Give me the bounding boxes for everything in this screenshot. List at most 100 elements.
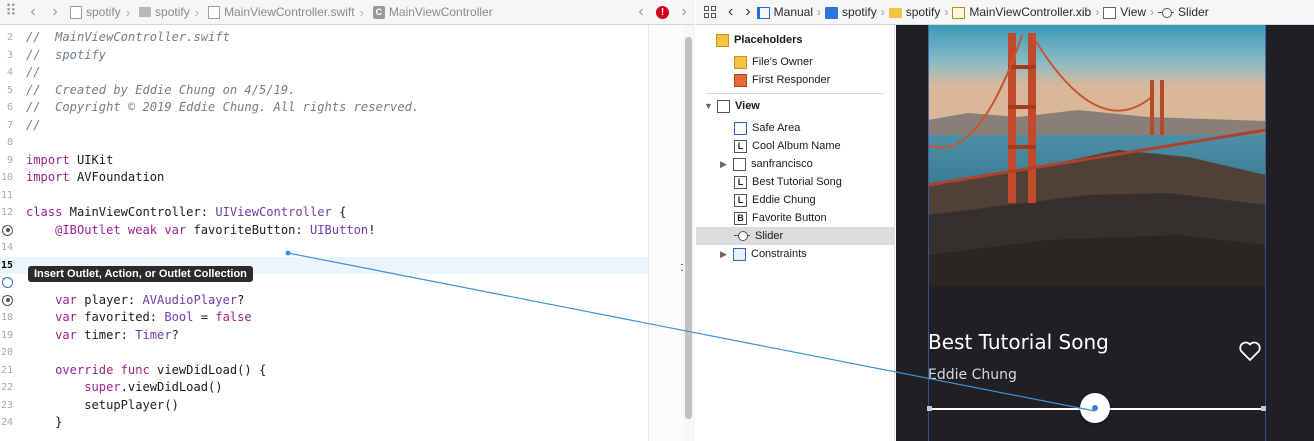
disclosure-closed-icon[interactable]: ▶ [720, 155, 730, 173]
outline-item-cool-album-name[interactable]: L Cool Album Name [734, 137, 841, 155]
code-line[interactable]: 12 class MainViewController: UIViewContro… [0, 204, 648, 222]
first-responder-icon [734, 73, 747, 87]
outline-item-label: Safe Area [752, 122, 801, 134]
view-icon [1103, 6, 1117, 19]
heart-icon[interactable] [1238, 340, 1262, 362]
breadcrumb-view[interactable]: View [1103, 5, 1146, 19]
code-text: // spotify [26, 47, 106, 65]
code-line[interactable]: 17 var player: AVAudioPlayer? [0, 292, 648, 310]
code-line[interactable]: 13 @IBOutlet weak var favoriteButton: UI… [0, 222, 648, 240]
breadcrumb-folder[interactable]: spotify [139, 5, 190, 19]
code-line[interactable]: 22 super.viewDidLoad() [0, 379, 648, 397]
back-chevron-icon[interactable]: ‹ [22, 0, 44, 24]
line-number: 22 [0, 382, 13, 393]
outline-item-slider[interactable]: Slider [696, 227, 895, 245]
forward-chevron-icon[interactable]: › [745, 3, 750, 21]
resize-handle-left[interactable] [927, 406, 932, 411]
code-token: Timer [135, 327, 172, 342]
outlet-connected-icon[interactable] [2, 294, 13, 306]
code-token: } [26, 415, 63, 429]
code-line[interactable]: 4 // [0, 64, 648, 82]
code-token: // [26, 65, 41, 79]
artist-label[interactable]: Eddie Chung [928, 367, 1017, 383]
breadcrumb-symbol[interactable]: C MainViewController [372, 5, 493, 19]
code-line[interactable]: 11 [0, 187, 648, 205]
xib-file-icon [952, 6, 966, 19]
code-line[interactable]: 3 // spotify [0, 47, 648, 65]
outline-placeholders-header[interactable]: Placeholders [716, 31, 802, 49]
song-title-label[interactable]: Best Tutorial Song [928, 330, 1109, 354]
code-line[interactable]: 7 // [0, 117, 648, 135]
code-line[interactable]: 18 var favorited: Bool = false [0, 309, 648, 327]
code-line[interactable]: 24 } [0, 414, 648, 432]
code-token: player: [76, 292, 143, 307]
slider-thumb[interactable] [1080, 393, 1110, 423]
disclosure-open-icon[interactable]: ▼ [704, 97, 714, 115]
line-number: 15 [0, 259, 13, 271]
related-items-grid-icon[interactable] [704, 6, 716, 18]
outline-item-safe-area[interactable]: Safe Area [734, 119, 800, 137]
code-line[interactable]: 19 var timer: Timer? [0, 327, 648, 345]
code-line[interactable]: 8 [0, 134, 648, 152]
outline-item-favorite-button[interactable]: B Favorite Button [734, 209, 827, 227]
next-issue-icon[interactable]: › [673, 0, 695, 24]
line-number: 20 [0, 347, 13, 358]
forward-chevron-icon[interactable]: › [44, 0, 66, 24]
code-line[interactable]: 6 // Copyright © 2019 Eddie Chung. All ri… [0, 99, 648, 117]
error-icon[interactable]: ! [656, 5, 669, 19]
outline-item-best-tutorial-song[interactable]: L Best Tutorial Song [734, 173, 842, 191]
code-text: // Copyright © 2019 Eddie Chung. All rig… [26, 99, 419, 117]
outlet-connected-icon[interactable] [2, 224, 13, 236]
outline-item-constraints[interactable]: ▶ Constraints [720, 245, 807, 263]
code-line[interactable]: 5 // Created by Eddie Chung on 4/5/19. [0, 82, 648, 100]
sanfrancisco-image[interactable] [928, 25, 1266, 287]
resize-handle-right[interactable] [1261, 406, 1266, 411]
line-number: 23 [0, 399, 13, 411]
outline-first-responder[interactable]: First Responder [734, 71, 830, 89]
code-line[interactable]: 23 setupPlayer() [0, 397, 648, 415]
manual-icon [756, 6, 770, 19]
code-text: override func viewDidLoad() { [26, 362, 266, 380]
code-text-area[interactable]: 2 // MainViewController.swift 3 // spotify 4… [0, 29, 648, 432]
folder-icon [139, 7, 152, 17]
outline-view-header[interactable]: ▼ View [704, 97, 760, 115]
line-number: 4 [6, 67, 13, 78]
previous-issue-icon[interactable]: ‹ [630, 0, 652, 24]
code-line[interactable]: 10 import AVFoundation [0, 169, 648, 187]
ib-canvas[interactable]: Best Tutorial Song Eddie Chung [896, 25, 1314, 441]
disclosure-closed-icon[interactable]: ▶ [720, 245, 730, 263]
breadcrumb-slider[interactable]: Slider [1158, 5, 1209, 19]
scrollbar-thumb[interactable] [685, 37, 692, 419]
breadcrumb-file[interactable]: MainViewController.swift [208, 5, 355, 19]
outline-item-sanfrancisco[interactable]: ▶ sanfrancisco [720, 155, 813, 173]
breadcrumb-separator-icon: › [1095, 5, 1100, 19]
back-chevron-icon[interactable]: ‹ [728, 3, 733, 21]
safe-area-icon [734, 121, 747, 135]
breadcrumb-project[interactable]: spotify [825, 5, 877, 19]
code-line[interactable]: 9 import UIKit [0, 152, 648, 170]
line-number: 8 [6, 137, 13, 148]
code-token: = [193, 310, 216, 324]
line-number: 6 [6, 102, 13, 113]
outline-files-owner[interactable]: File's Owner [734, 53, 813, 71]
breadcrumb-xib[interactable]: MainViewController.xib [952, 5, 1091, 19]
breadcrumb-manual[interactable]: Manual [756, 5, 813, 19]
minimap[interactable] [648, 25, 695, 441]
label-icon: L [734, 193, 747, 207]
breadcrumb-folder[interactable]: spotify [888, 5, 940, 19]
code-line[interactable]: 20 [0, 344, 648, 362]
code-token: viewDidLoad() { [149, 362, 267, 377]
code-token: favoriteButton: [186, 222, 310, 237]
breadcrumb-project[interactable]: spotify [70, 5, 121, 19]
code-line[interactable]: 14 [0, 239, 648, 257]
related-items-icon[interactable]: ⠿ [0, 0, 22, 24]
vertical-scrollbar[interactable] [683, 25, 695, 441]
slider-icon [734, 231, 750, 241]
outline-item-eddie-chung[interactable]: L Eddie Chung [734, 191, 816, 209]
line-number: 14 [0, 242, 13, 253]
outline-item-label: Cool Album Name [752, 140, 841, 152]
code-line[interactable]: 2 // MainViewController.swift [0, 29, 648, 47]
code-text: import AVFoundation [26, 169, 164, 187]
code-line[interactable]: 21 override func viewDidLoad() { [0, 362, 648, 380]
